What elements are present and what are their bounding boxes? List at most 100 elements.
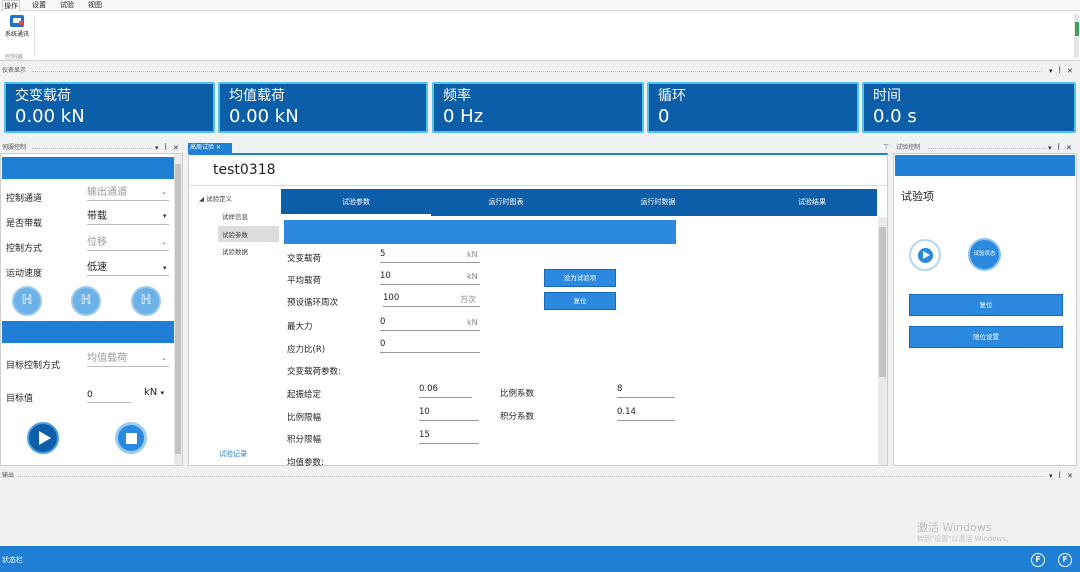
tab-runtime-data[interactable]: 运行时数据 [583,189,733,216]
menu-settings[interactable]: 设置 [32,0,46,11]
tab-underline [281,214,431,216]
param-label: 应力比(R) [287,345,326,355]
status-bar: 状态栏 [0,546,1080,572]
status-f-icon[interactable]: F [1058,553,1072,567]
test-record-link[interactable]: 试验记录 [219,449,247,459]
chevron-down-icon: ▾ [163,212,167,220]
tab-results[interactable]: 试验结果 [737,189,887,216]
tab-high-cycle[interactable]: 高周试验 ✕ [188,143,232,153]
menu-bar: 操作 设置 试验 视图 [0,0,1080,11]
gauge-label: 均值载荷 [229,88,285,104]
param-unit: kN [467,318,478,327]
pin-icon[interactable]: ⊤ [883,143,889,151]
control-mode-select[interactable]: 位移 [87,235,169,251]
gauge-value: 0.00 kN [15,106,85,127]
params-scrollbar[interactable] [878,217,887,465]
chevron-down-icon: ⌄ [161,238,167,246]
start-button[interactable] [27,422,59,454]
tree-item-params[interactable]: 试验参数 [222,229,248,239]
play-icon [923,251,930,259]
tree-item-sample[interactable]: 试样信息 [222,211,248,221]
param-unit: kN [467,272,478,281]
run-test-button[interactable] [909,239,941,271]
servo-action-button-1[interactable]: ℍ [12,286,42,316]
proportional-input[interactable]: 8 [617,384,675,398]
gauge-value: 0 Hz [443,106,484,127]
integral-limit-input[interactable]: 15 [419,430,479,444]
menu-operate[interactable]: 操作 [2,0,20,11]
menu-test[interactable]: 试验 [60,0,74,11]
test-control-panel: 试验项 试验状态 复位 限位设置 [893,153,1077,466]
alt-load-input[interactable]: 5 [380,249,480,263]
panel-controls[interactable]: ▾ ꟾ ✕ [1048,143,1074,153]
gauge-label: 交变载荷 [15,88,71,104]
speed-select[interactable]: 低速 [87,260,169,276]
close-icon[interactable]: ✕ [216,144,221,151]
network-icon [10,15,24,27]
status-f-icon[interactable]: F [1031,553,1045,567]
tab-params[interactable]: 试验参数 [281,189,431,216]
servo-scrollbar[interactable] [174,154,182,465]
gauge-value: 0 [658,106,670,127]
servo-panel-header: 伺服控制 ▾ ꟾ ✕ [0,143,183,153]
target-unit-select[interactable]: kN ▾ [144,387,164,398]
field-label: 是否带载 [6,219,43,229]
instrument-panel-title: 仪表显示 [2,67,27,74]
target-mode-select[interactable]: 均值载荷 [87,351,169,367]
gauge-label: 循环 [658,88,686,104]
menu-view[interactable]: 视图 [88,0,102,11]
chevron-down-icon: ⌄ [161,354,167,362]
field-label: 控制方式 [6,244,43,254]
test-item-label: 试验项 [901,190,934,203]
fixture-icon: ℍ [140,293,152,308]
servo-section-header [2,157,174,179]
servo-action-button-3[interactable]: ℍ [131,286,161,316]
params-section-header [284,220,676,244]
test-name: test0318 [213,162,276,178]
pid-label: 比例系数 [500,389,535,399]
reset-param-button[interactable]: 复位 [544,292,616,310]
servo-action-button-2[interactable]: ℍ [71,286,101,316]
stress-ratio-input[interactable]: 0 [380,339,480,353]
proportional-limit-input[interactable]: 10 [419,407,479,421]
ribbon-divider [34,15,35,57]
stop-button[interactable] [115,422,147,454]
fixture-icon: ℍ [21,293,33,308]
target-section-header [2,321,174,343]
servo-panel-title: 伺服控制 [2,144,27,151]
limit-settings-button[interactable]: 限位设置 [909,326,1063,348]
instrument-panel-header: 仪表显示 ▾ ꟾ ✕ [0,66,1080,76]
test-status-button[interactable]: 试验状态 [968,238,1001,271]
param-unit: kN [467,250,478,259]
tab-runtime-chart[interactable]: 运行时图表 [431,189,581,216]
ribbon-scrollbar[interactable] [1074,14,1079,58]
gauge-alt-load: 交变载荷 0.00 kN [4,82,215,133]
set-test-item-button[interactable]: 设为试验项 [544,269,616,287]
target-value-input[interactable]: 0 [87,387,131,403]
param-label: 平均载荷 [287,276,322,286]
status-label: 状态栏 [2,556,23,564]
load-select[interactable]: 带载 [87,209,169,225]
field-label: 控制通道 [6,194,43,204]
gauge-time: 时间 0.0 s [862,82,1076,133]
reset-button[interactable]: 复位 [909,294,1063,316]
tree-item-data[interactable]: 试验数据 [222,246,248,256]
system-comm-button[interactable]: 系统通讯 [3,15,31,45]
ribbon: 系统通讯 控制器 [0,11,1080,61]
panel-controls[interactable]: ▾ ꟾ ✕ [1049,66,1075,76]
integral-input[interactable]: 0.14 [617,407,675,421]
mean-load-input[interactable]: 10 [380,271,480,285]
panel-controls[interactable]: ▾ ꟾ ✕ [1049,471,1075,481]
panel-controls[interactable]: ▾ ꟾ ✕ [155,143,181,153]
control-channel-select[interactable]: 输出通道 [87,185,169,201]
gauge-value: 0.0 s [873,106,917,127]
start-value-input[interactable]: 0.06 [419,384,472,398]
tree-root[interactable]: ◢ 试验定义 [199,193,232,203]
content-tabbar: 试验参数 运行时图表 运行时数据 试验结果 [281,189,877,216]
gauge-label: 频率 [443,88,471,104]
gauge-mean-load: 均值载荷 0.00 kN [218,82,428,133]
max-force-input[interactable]: 0 [380,317,480,331]
param-label: 预设循环周次 [287,298,339,308]
activation-watermark-sub: 转到"设置"以激活 Windows。 [917,535,1013,543]
ribbon-scroll-indicator [1075,22,1079,36]
